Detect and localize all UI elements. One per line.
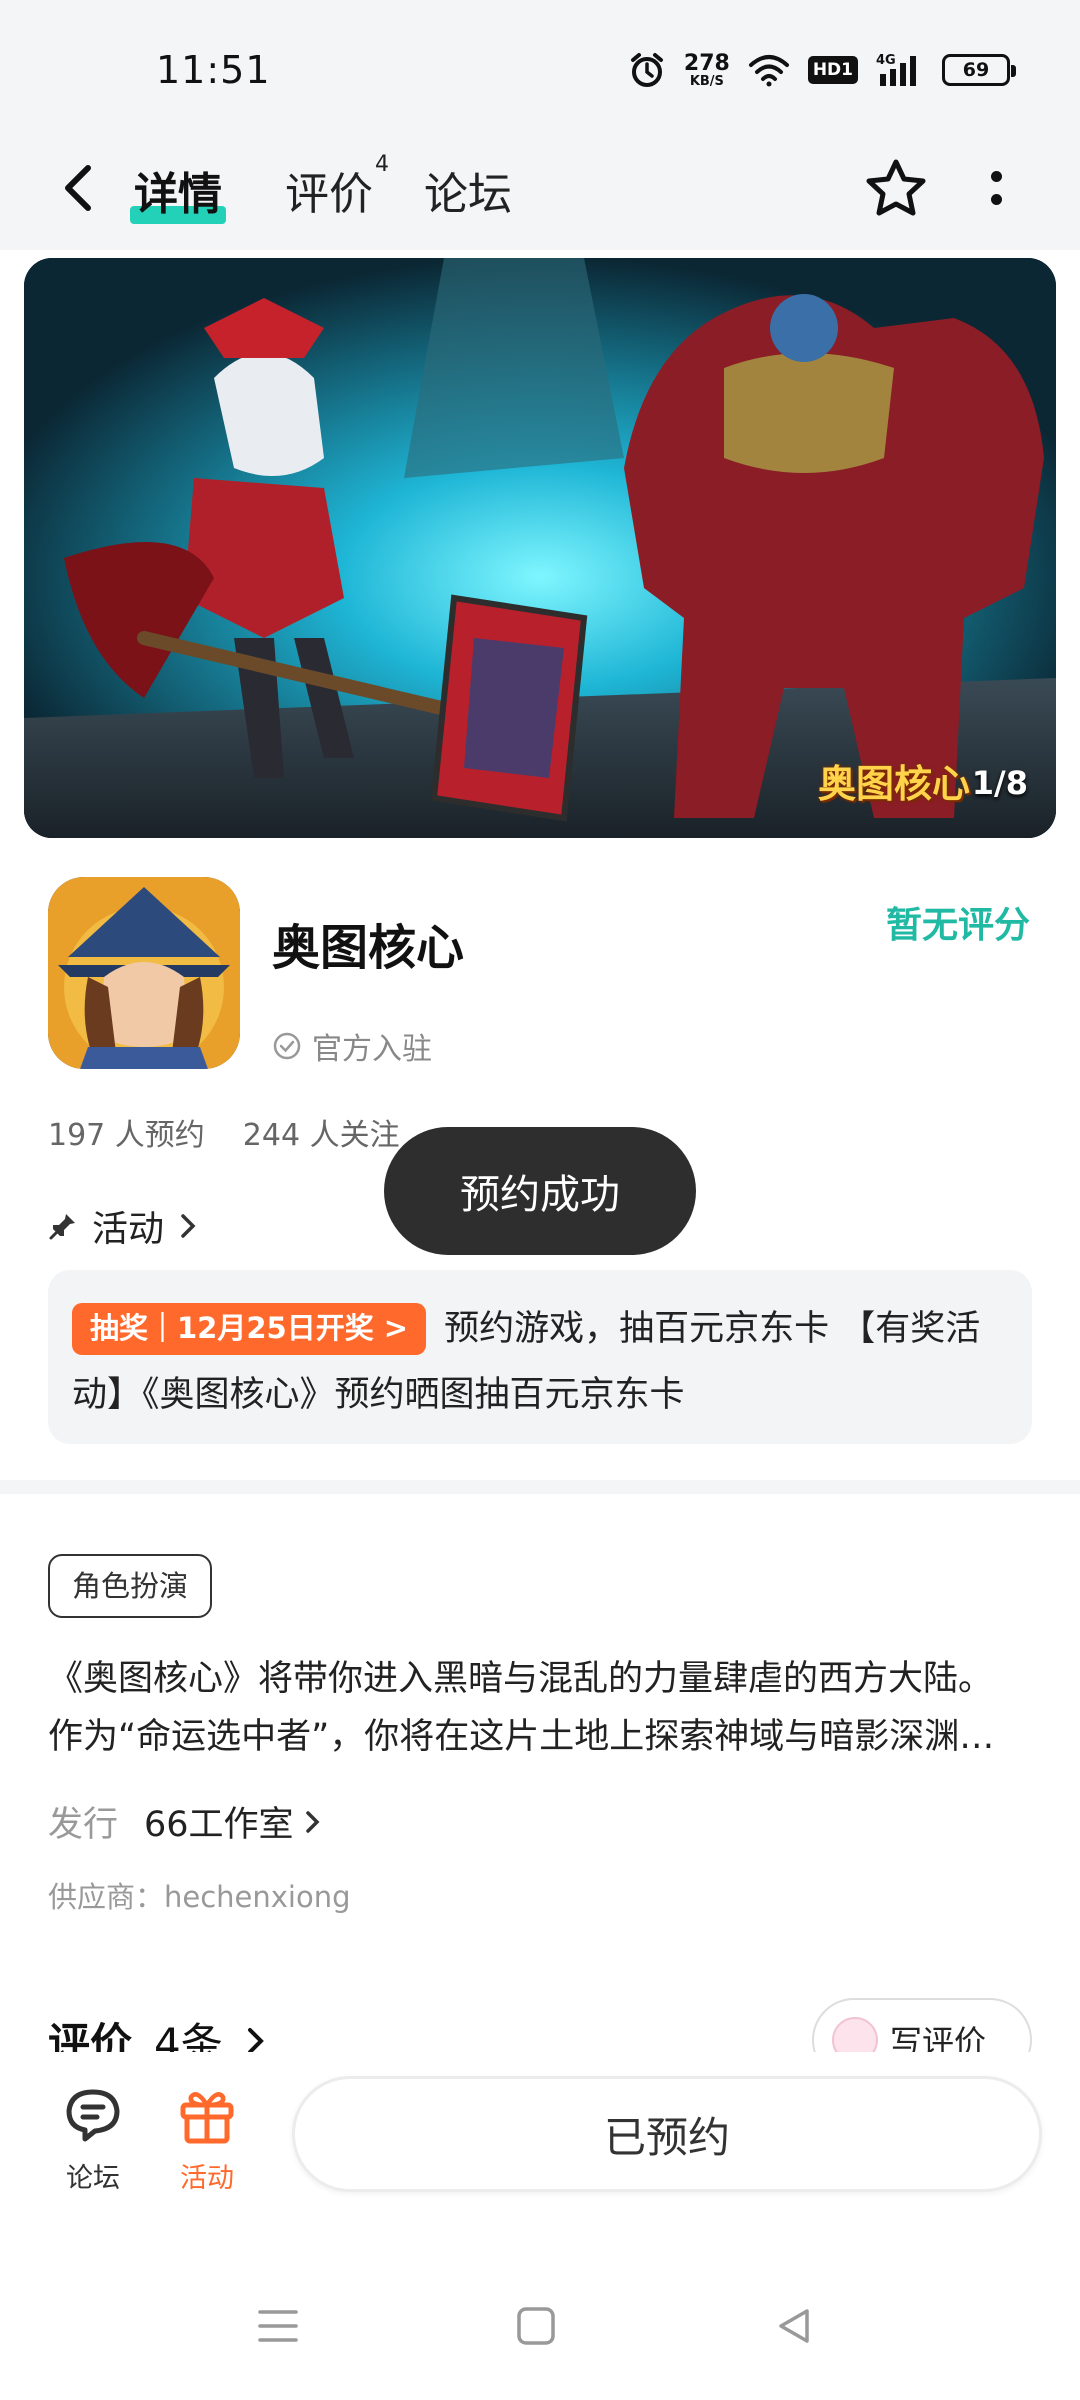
wifi-icon — [748, 53, 790, 87]
status-time: 11:51 — [156, 48, 271, 92]
more-button[interactable] — [976, 152, 1016, 224]
rating-label[interactable]: 暂无评分 — [886, 896, 1030, 948]
game-description[interactable]: 《奥图核心》将带你进入黑暗与混乱的力量肆虐的西方大陆。 作为“命运选中者”，你将… — [48, 1650, 1038, 1766]
lottery-tag: 抽奖｜12月25日开奖 > — [72, 1303, 427, 1355]
chevron-right-icon — [305, 1810, 320, 1833]
app-name: 奥图核心 — [272, 920, 465, 976]
net-speed-value: 278 — [683, 50, 730, 76]
tab-reviews[interactable]: 评价 4 — [285, 152, 389, 228]
genre-tag[interactable]: 角色扮演 — [48, 1554, 213, 1618]
tab-reviews-label: 评价 — [285, 169, 373, 220]
back-button[interactable] — [50, 156, 106, 220]
publisher-key: 发行 — [48, 1805, 119, 1845]
more-dot — [990, 171, 1002, 182]
signal-icon: 4G — [876, 52, 924, 88]
description-line: 作为“命运选中者”，你将在这片土地上探索神域与暗影深渊… — [48, 1717, 995, 1757]
follower-count: 244 人关注 — [242, 1118, 400, 1153]
stats-row: 197 人预约 244 人关注 — [48, 1110, 400, 1154]
description-line: 《奥图核心》将带你进入黑暗与混乱的力量肆虐的西方大陆。 — [48, 1659, 994, 1699]
bottom-nav-activity-label: 活动 — [180, 2163, 234, 2194]
hd-badge: HD1 — [807, 56, 858, 84]
chevron-left-icon — [65, 165, 91, 211]
gift-icon — [157, 2082, 257, 2148]
net-speed-unit: KB/S — [689, 73, 724, 89]
official-badge: 官方入驻 — [272, 1024, 432, 1068]
status-bar: 11:51 278 KB/S HD1 4G 69 — [0, 0, 1080, 130]
banner-logo-text: 奥图核心 — [817, 762, 970, 806]
chat-icon — [43, 2082, 143, 2148]
check-circle-icon — [273, 1032, 301, 1060]
bottom-action-bar: 论坛 活动 已预约 — [0, 2052, 1080, 2238]
star-icon — [866, 159, 926, 216]
activity-card[interactable]: 抽奖｜12月25日开奖 > 预约游戏，抽百元京东卡 【有奖活动】《奥图核心》预约晒… — [48, 1270, 1032, 1444]
banner-counter: 1/8 — [971, 764, 1028, 802]
net-speed: 278 KB/S — [683, 50, 730, 89]
menu-icon — [258, 2310, 298, 2342]
tab-reviews-badge: 4 — [375, 152, 389, 177]
status-icons: 278 KB/S HD1 4G 69 — [628, 48, 1016, 92]
reservation-count: 197 人预约 — [48, 1118, 205, 1153]
signal-label: 4G — [876, 53, 896, 68]
tab-forum[interactable]: 论坛 — [424, 158, 512, 228]
tab-forum-label: 论坛 — [424, 169, 512, 220]
battery-icon: 69 — [942, 54, 1016, 86]
activity-section-label: 活动 — [92, 1209, 165, 1250]
header: 详情 评价 4 论坛 — [0, 130, 1080, 250]
more-dot — [990, 194, 1002, 205]
app-icon — [48, 877, 240, 1069]
banner-carousel[interactable]: 奥图核心 1/8 — [24, 258, 1056, 838]
official-label: 官方入驻 — [312, 1032, 432, 1067]
supplier-label: 供应商：hechenxiong — [48, 1880, 351, 1914]
publisher-value: 66工作室 — [144, 1805, 294, 1845]
bottom-nav-activity[interactable]: 活动 — [157, 2082, 257, 2195]
menu-nav-button[interactable] — [238, 2286, 318, 2366]
system-nav-bar — [0, 2238, 1080, 2400]
favorite-button[interactable] — [860, 152, 932, 224]
back-triangle-icon — [779, 2309, 809, 2343]
bottom-nav-forum-label: 论坛 — [66, 2163, 120, 2194]
section-divider — [0, 1480, 1080, 1494]
activity-section-link[interactable]: 活动 — [48, 1200, 198, 1252]
pin-icon — [49, 1214, 75, 1240]
reserved-button[interactable]: 已预约 — [292, 2076, 1042, 2192]
home-square-icon — [517, 2307, 555, 2345]
banner-image — [24, 258, 1056, 838]
toast: 预约成功 — [384, 1127, 696, 1255]
chevron-right-icon — [181, 1214, 196, 1238]
back-nav-button[interactable] — [754, 2286, 834, 2366]
home-nav-button[interactable] — [496, 2286, 576, 2366]
publisher-link[interactable]: 发行 66工作室 — [48, 1796, 324, 1847]
alarm-icon — [628, 51, 666, 89]
tab-details[interactable]: 详情 — [130, 158, 226, 228]
bottom-nav-forum[interactable]: 论坛 — [43, 2082, 143, 2195]
tab-details-label: 详情 — [134, 169, 222, 220]
